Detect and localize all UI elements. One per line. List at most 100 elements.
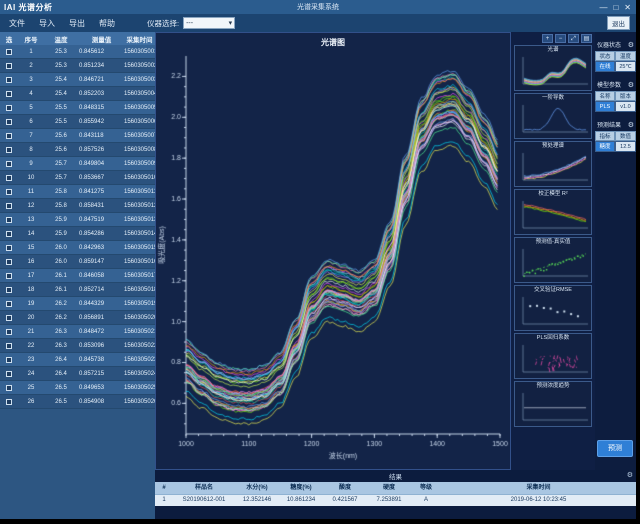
checkbox[interactable] xyxy=(6,329,12,335)
maximize-button[interactable]: □ xyxy=(613,3,618,12)
column-header[interactable]: 测量值 xyxy=(78,34,124,44)
mini-chart[interactable]: 光谱 xyxy=(514,45,592,91)
table-row[interactable]: 1425.90.8542861560305014151 xyxy=(0,227,155,241)
spectra-chart-canvas[interactable] xyxy=(156,48,510,468)
checkbox[interactable] xyxy=(6,63,12,69)
checkbox[interactable] xyxy=(6,147,12,153)
column-header[interactable]: 酸度 xyxy=(323,482,367,494)
chart-tool-button[interactable]: ⤢ xyxy=(568,34,579,43)
gear-icon[interactable]: ⚙ xyxy=(628,81,634,89)
table-row[interactable]: 1225.80.8584311560305012147 xyxy=(0,199,155,213)
checkbox[interactable] xyxy=(6,217,12,223)
table-row[interactable]: 725.60.8431181560305007135 xyxy=(0,129,155,143)
mini-chart[interactable]: 预测浓度趋势 xyxy=(514,381,592,427)
minimize-button[interactable]: — xyxy=(599,3,607,12)
close-button[interactable]: ✕ xyxy=(624,3,631,12)
menu-item[interactable]: 导入 xyxy=(33,16,61,31)
checkbox[interactable] xyxy=(6,189,12,195)
checkbox[interactable] xyxy=(6,105,12,111)
checkbox[interactable] xyxy=(6,259,12,265)
column-header[interactable]: 样品名 xyxy=(173,482,235,494)
column-header[interactable]: 水分(%) xyxy=(235,482,279,494)
column-header[interactable]: 采集时间 xyxy=(124,34,155,44)
checkbox[interactable] xyxy=(6,91,12,97)
gear-icon[interactable]: ⚙ xyxy=(627,471,633,479)
menu-item[interactable]: 帮助 xyxy=(93,16,121,31)
table-row[interactable]: 425.40.8522031560305004128 xyxy=(0,87,155,101)
predict-button[interactable]: 预测 xyxy=(597,440,633,457)
mini-chart[interactable]: 校正模型 R² xyxy=(514,189,592,235)
control-value-cell[interactable]: v1.0 xyxy=(615,101,636,112)
checkbox[interactable] xyxy=(6,343,12,349)
control-value-cell[interactable]: 在线 xyxy=(595,61,615,72)
column-header[interactable]: 温度 xyxy=(44,34,78,44)
column-header[interactable]: 硬度 xyxy=(367,482,411,494)
table-row[interactable]: 2626.50.8549081560305026179 xyxy=(0,395,155,409)
table-row[interactable]: 1526.00.8429631560305015153 xyxy=(0,241,155,255)
table-row[interactable]: 1626.00.8591471560305016156 xyxy=(0,255,155,269)
checkbox[interactable] xyxy=(6,273,12,279)
checkbox[interactable] xyxy=(6,385,12,391)
checkbox[interactable] xyxy=(6,119,12,125)
column-header[interactable]: 糖度(%) xyxy=(279,482,323,494)
control-value-cell[interactable]: 25℃ xyxy=(615,61,636,72)
checkbox[interactable] xyxy=(6,49,12,55)
checkbox[interactable] xyxy=(6,203,12,209)
gear-icon[interactable]: ⚙ xyxy=(628,121,634,129)
table-row[interactable]: 825.60.8575261560305008137 xyxy=(0,143,155,157)
checkbox[interactable] xyxy=(6,133,12,139)
control-panel-groups: 仪器状态⚙状态温度在线25℃模型参数⚙名称版本PLSv1.0预测结果⚙指标数值糖… xyxy=(595,38,636,152)
table-row[interactable]: 325.40.8467211560305003126 xyxy=(0,73,155,87)
table-row[interactable]: 2226.30.8530961560305022169 xyxy=(0,339,155,353)
table-row[interactable]: 2426.40.8572151560305024174 xyxy=(0,367,155,381)
checkbox[interactable] xyxy=(6,287,12,293)
gear-icon[interactable]: ⚙ xyxy=(628,41,634,49)
checkbox[interactable] xyxy=(6,77,12,83)
checkbox[interactable] xyxy=(6,301,12,307)
table-row[interactable]: 2526.50.8496531560305025176 xyxy=(0,381,155,395)
table-row[interactable]: 1726.10.8460581560305017158 xyxy=(0,269,155,283)
table-row[interactable]: 925.70.8498041560305009140 xyxy=(0,157,155,171)
table-row[interactable]: 125.30.8456121560305001123 xyxy=(0,45,155,59)
table-row[interactable]: 1125.80.8412751560305011144 xyxy=(0,185,155,199)
checkbox[interactable] xyxy=(6,399,12,405)
device-select-dropdown[interactable]: --- ▾ xyxy=(183,17,235,29)
table-row[interactable]: 1325.90.8475191560305013149 xyxy=(0,213,155,227)
control-value-cell[interactable]: PLS xyxy=(595,101,615,112)
checkbox[interactable] xyxy=(6,371,12,377)
table-row[interactable]: 2326.40.8457381560305023172 xyxy=(0,353,155,367)
checkbox[interactable] xyxy=(6,175,12,181)
mini-chart[interactable]: 预处理谱 xyxy=(514,141,592,187)
mini-chart[interactable]: 一阶导数 xyxy=(514,93,592,139)
control-value-cell[interactable]: 糖度 xyxy=(595,141,615,152)
mini-chart[interactable]: 交叉验证RMSE xyxy=(514,285,592,331)
menu-item[interactable]: 文件 xyxy=(3,16,31,31)
column-header[interactable]: 等级 xyxy=(411,482,441,494)
checkbox[interactable] xyxy=(6,357,12,363)
checkbox[interactable] xyxy=(6,245,12,251)
checkbox[interactable] xyxy=(6,161,12,167)
table-row[interactable]: 225.30.8512341560305002124 xyxy=(0,59,155,73)
table-row[interactable]: 2126.30.8484721560305021167 xyxy=(0,325,155,339)
table-row[interactable]: 1S20190612-00112.35214610.8612340.421567… xyxy=(155,494,636,506)
mini-chart[interactable]: 预测值-真实值 xyxy=(514,237,592,283)
menu-item[interactable]: 导出 xyxy=(63,16,91,31)
table-row[interactable]: 625.50.8559421560305006133 xyxy=(0,115,155,129)
column-header[interactable]: 选 xyxy=(0,34,18,44)
table-row[interactable]: 525.50.8483151560305005131 xyxy=(0,101,155,115)
table-row[interactable]: 1926.20.8443291560305019163 xyxy=(0,297,155,311)
control-value-cell[interactable]: 12.5 xyxy=(615,141,636,152)
chart-tool-button[interactable]: ▤ xyxy=(581,34,592,43)
table-row[interactable]: 2026.20.8568911560305020165 xyxy=(0,311,155,325)
column-header[interactable]: 序号 xyxy=(18,34,44,44)
checkbox[interactable] xyxy=(6,315,12,321)
column-header[interactable]: 采集时间 xyxy=(441,482,636,494)
table-row[interactable]: 1826.10.8527141560305018160 xyxy=(0,283,155,297)
exit-button[interactable]: 退出 xyxy=(607,16,630,30)
column-header[interactable]: # xyxy=(155,482,173,494)
mini-chart[interactable]: PLS回归系数 xyxy=(514,333,592,379)
checkbox[interactable] xyxy=(6,231,12,237)
chart-tool-button[interactable]: + xyxy=(542,34,553,43)
chart-tool-button[interactable]: − xyxy=(555,34,566,43)
table-row[interactable]: 1025.70.8536671560305010142 xyxy=(0,171,155,185)
